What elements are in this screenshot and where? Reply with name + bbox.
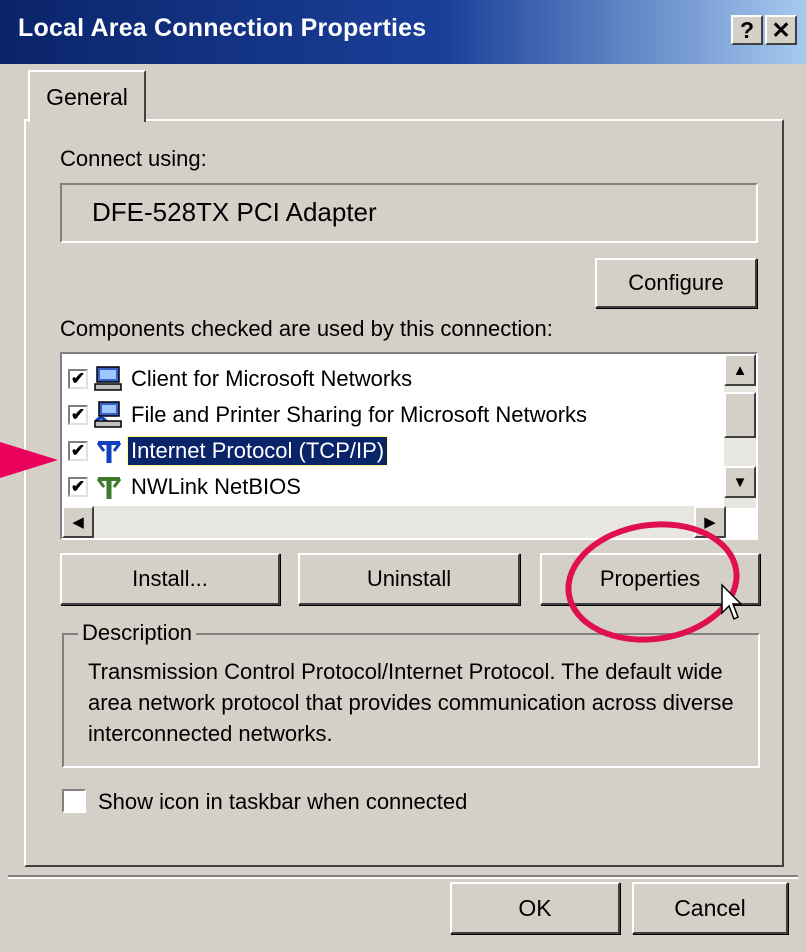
list-item[interactable]: ✔ File and Printer Sharing for Microsoft… [68,398,590,432]
annotation-arrow-icon [0,442,58,478]
install-button[interactable]: Install... [60,553,280,605]
title-bar[interactable]: Local Area Connection Properties ? ✕ [0,0,806,64]
scroll-left-button[interactable]: ◀ [62,506,94,538]
file-printer-sharing-icon [94,401,122,428]
window-title: Local Area Connection Properties [18,14,427,42]
components-list[interactable]: ✔ Client for Microsoft Networks ✔ File a… [60,352,758,540]
scroll-thumb[interactable] [724,392,756,438]
mouse-cursor-icon [721,583,742,621]
tab-general[interactable]: General [28,70,146,122]
description-legend: Description [78,620,197,646]
description-text: Transmission Control Protocol/Internet P… [88,659,734,746]
component-label-selected: Internet Protocol (TCP/IP) [126,436,389,466]
close-button[interactable]: ✕ [765,15,797,45]
components-label: Components checked are used by this conn… [60,316,553,341]
ok-button[interactable]: OK [450,882,620,934]
list-item[interactable]: ✔ Internet Protocol (TCP/IP) [68,434,389,468]
list-item[interactable]: ✔ NWLink NetBIOS [68,470,304,504]
component-checkbox[interactable]: ✔ [68,441,88,461]
component-checkbox[interactable]: ✔ [68,405,88,425]
component-label: NWLink NetBIOS [131,474,301,499]
adapter-name: DFE-528TX PCI Adapter [92,197,377,227]
footer-separator-highlight [8,877,798,879]
scroll-up-button[interactable]: ▲ [724,354,756,386]
component-label: Client for Microsoft Networks [131,366,413,391]
cancel-button[interactable]: Cancel [632,882,788,934]
network-client-icon [94,366,122,391]
show-icon-label: Show icon in taskbar when connected [98,789,468,814]
adapter-field: DFE-528TX PCI Adapter [60,183,758,243]
configure-button[interactable]: Configure [595,258,757,308]
component-label: File and Printer Sharing for Microsoft N… [131,402,588,427]
protocol-icon [96,441,122,463]
component-checkbox[interactable]: ✔ [68,477,88,497]
protocol-icon [96,477,122,499]
scroll-down-button[interactable]: ▼ [724,466,756,498]
connect-using-label: Connect using: [60,146,207,171]
uninstall-button[interactable]: Uninstall [298,553,520,605]
component-checkbox[interactable]: ✔ [68,369,88,389]
help-button[interactable]: ? [731,15,763,45]
list-item[interactable]: ✔ Client for Microsoft Networks [68,362,415,396]
vertical-scrollbar[interactable]: ▲ ▼ [724,354,756,508]
show-icon-checkbox[interactable] [62,789,86,813]
